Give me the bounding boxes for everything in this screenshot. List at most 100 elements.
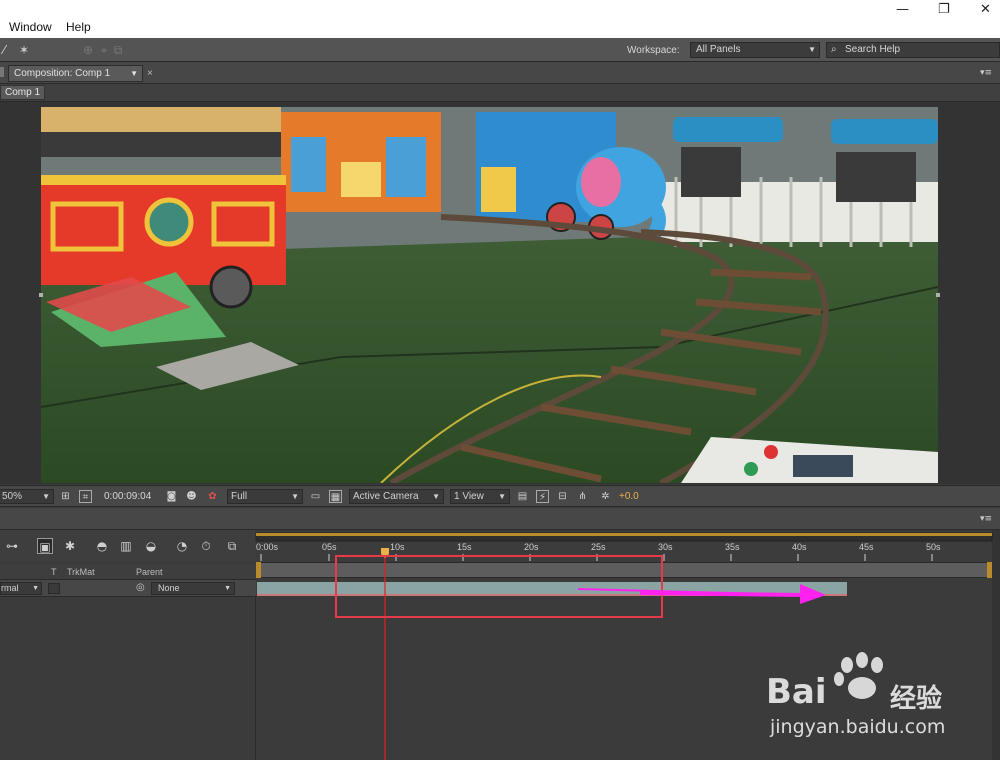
panel-grip-icon[interactable] (0, 67, 4, 77)
snapshot-camera-icon[interactable]: ◙ (165, 490, 178, 503)
chevron-down-icon: ▼ (32, 585, 39, 592)
menu-window[interactable]: Window (9, 20, 52, 34)
workspace-value: All Panels (696, 44, 741, 55)
blend-mode-value: rmal (1, 583, 19, 593)
menu-help[interactable]: Help (66, 20, 91, 34)
tick-label: 40s (792, 542, 807, 552)
search-placeholder: Search Help (845, 44, 901, 55)
composition-tab-bar: Composition: Comp 1 ▼ × ▾≡ (0, 62, 1000, 84)
video-frame (41, 107, 938, 483)
layer-duration-bar[interactable] (257, 582, 847, 596)
chevron-down-icon: ▼ (42, 492, 50, 501)
trkmat-checkbox[interactable] (48, 583, 60, 594)
exposure-value[interactable]: +0.0 (619, 491, 639, 502)
reset-exposure-icon[interactable]: ✲ (599, 490, 612, 503)
close-icon[interactable]: × (147, 68, 153, 79)
tools-panel: ⁄ ✶ ⊕ ⌖ ⧉ Workspace: All Panels ▼ ⌕ Sear… (0, 38, 1000, 62)
tick-label: 45s (859, 542, 874, 552)
workspace-label: Workspace: (627, 45, 680, 56)
work-area-start-handle[interactable] (256, 562, 261, 578)
tick-label: 50s (926, 542, 941, 552)
time-ruler[interactable] (256, 532, 992, 562)
watermark-url: jingyan.baidu.com (770, 716, 946, 738)
resolution-value: Full (231, 491, 248, 502)
train-ride-scene (41, 107, 938, 483)
tick-label: 30s (658, 542, 673, 552)
magnification-select[interactable]: 50% ▼ (0, 489, 54, 504)
timeline-tab-bar: ▾≡ (0, 508, 1000, 530)
tick-label: 35s (725, 542, 740, 552)
view-layout-select[interactable]: 1 View ▼ (450, 489, 510, 504)
fast-previews-icon[interactable]: ⚡ (536, 490, 549, 503)
tick-label: 10s (390, 542, 405, 552)
safe-margins-icon[interactable]: ⊞ (59, 490, 72, 503)
motion-blur-icon[interactable]: ◒ (143, 538, 159, 554)
chevron-down-icon: ▼ (291, 492, 299, 501)
column-parent: Parent (136, 567, 163, 577)
parent-select[interactable]: None ▼ (151, 582, 235, 595)
panel-menu-icon[interactable]: ▾≡ (980, 68, 992, 78)
brush-tool-icon[interactable]: ⁄ (0, 42, 12, 58)
timeline-icon[interactable]: ⊟ (556, 490, 569, 503)
panel-menu-icon[interactable]: ▾≡ (980, 514, 992, 524)
draft-3d-icon[interactable]: ✱ (62, 538, 78, 554)
layer-list-area[interactable] (0, 597, 256, 760)
layer-row[interactable]: rmal ▼ ◎ None ▼ (0, 580, 256, 597)
region-of-interest-icon[interactable]: ▭ (309, 490, 322, 503)
pickwhip-icon[interactable]: ◎ (136, 582, 145, 593)
timeline-switches-bar: ⊶ ▣ ✱ ◓ ▥ ◒ ◔ ⏱ ⧉ (0, 530, 256, 562)
restore-button[interactable]: ❐ (938, 2, 950, 17)
search-help-input[interactable]: ⌕ Search Help (826, 42, 1000, 58)
live-update-icon[interactable]: ▣ (37, 538, 53, 554)
chevron-down-icon: ▼ (808, 45, 816, 54)
tab-composition[interactable]: Composition: Comp 1 ▼ (8, 65, 143, 82)
shy-layers-icon[interactable]: ◓ (94, 538, 110, 554)
camera-view-select[interactable]: Active Camera ▼ (349, 489, 444, 504)
toggle-pixel-aspect-icon[interactable]: ▤ (516, 490, 529, 503)
breadcrumb-comp[interactable]: Comp 1 (0, 85, 46, 100)
view-axis-icon[interactable]: ⧉ (110, 42, 126, 58)
workspace-select[interactable]: All Panels ▼ (690, 42, 820, 58)
watermark-brand-cn: 经验 (890, 684, 943, 714)
tick-label: 0:00s (256, 542, 279, 552)
current-time-display[interactable]: 0:00:09:04 (104, 491, 151, 502)
minimize-button[interactable]: — (896, 2, 909, 17)
watermark-brand: Bai (766, 672, 827, 712)
timeline-scrollbar[interactable] (992, 530, 1000, 760)
graph-editor-icon[interactable]: ⧉ (224, 538, 240, 554)
composition-viewer[interactable] (0, 102, 1000, 484)
close-button[interactable]: ✕ (980, 2, 991, 17)
layer-column-header: T TrkMat Parent (0, 564, 256, 580)
transparency-grid-icon[interactable]: ▦ (329, 490, 342, 503)
column-t: T (51, 567, 57, 577)
flowchart-icon[interactable]: ⋔ (576, 490, 589, 503)
viewer-control-bar: 50% ▼ ⊞ ⌗ 0:00:09:04 ◙ ☻ ✿ Full ▼ ▭ ▦ Ac… (0, 485, 1000, 507)
comp-flowchart-icon[interactable]: ⊶ (4, 538, 20, 554)
channel-rgb-icon[interactable]: ✿ (206, 490, 219, 503)
view-layout-value: 1 View (454, 491, 484, 502)
chevron-down-icon: ▼ (224, 585, 231, 592)
parent-value: None (158, 583, 180, 593)
blend-mode-select[interactable]: rmal ▼ (0, 582, 42, 595)
mask-visibility-icon[interactable]: ⌗ (79, 490, 92, 503)
brainstorm-icon[interactable]: ◔ (174, 538, 190, 554)
resolution-select[interactable]: Full ▼ (227, 489, 303, 504)
tick-label: 20s (524, 542, 539, 552)
local-axis-icon[interactable]: ⊕ (80, 42, 96, 58)
camera-view-value: Active Camera (353, 491, 419, 502)
auto-keyframe-icon[interactable]: ⏱ (198, 538, 214, 554)
comp-breadcrumb-row: Comp 1 (0, 84, 1000, 102)
show-snapshot-icon[interactable]: ☻ (185, 490, 198, 503)
tick-label: 25s (591, 542, 606, 552)
work-area-bar[interactable] (256, 562, 992, 578)
tab-composition-label: Composition: Comp 1 (14, 68, 111, 79)
layer-handle-right[interactable] (936, 293, 940, 297)
chevron-down-icon: ▼ (432, 492, 440, 501)
puppet-pin-tool-icon[interactable]: ✶ (16, 42, 32, 58)
frame-blending-icon[interactable]: ▥ (118, 538, 134, 554)
chevron-down-icon: ▼ (130, 69, 138, 78)
search-icon: ⌕ (831, 44, 837, 55)
menu-bar: Window Help — ❐ ✕ (0, 0, 1000, 38)
magnification-value: 50% (2, 491, 23, 502)
layer-handle-left[interactable] (39, 293, 43, 297)
